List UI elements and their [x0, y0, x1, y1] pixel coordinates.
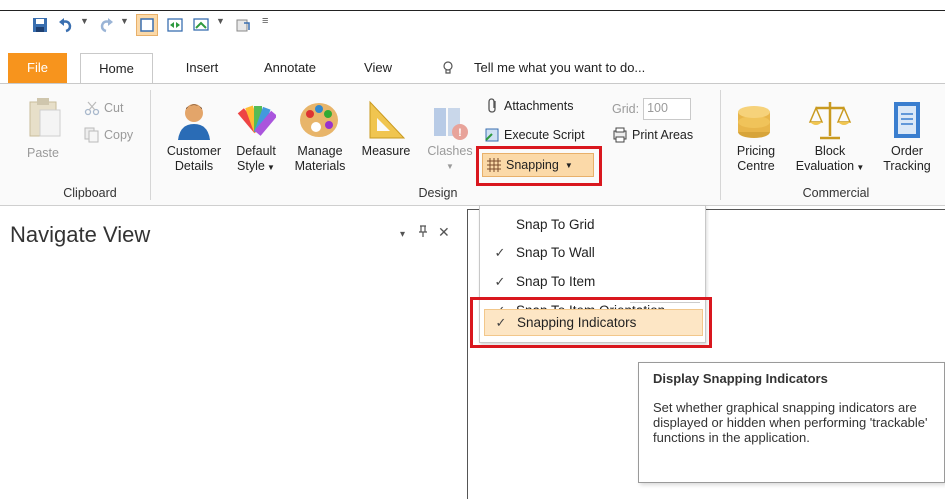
paperclip-icon — [486, 98, 500, 114]
lightbulb-icon — [440, 53, 456, 83]
execute-script-label: Execute Script — [504, 128, 585, 142]
clashes-icon: ! — [430, 104, 470, 144]
customer-details-line1: Customer — [166, 144, 222, 158]
menu-item-snap-to-wall[interactable]: ✓ Snap To Wall — [484, 239, 703, 266]
tab-home[interactable]: Home — [80, 53, 153, 84]
scales-icon — [808, 98, 852, 142]
clashes-button[interactable]: Clashes ▼ — [422, 144, 478, 174]
block-evaluation-label: Evaluation — [795, 159, 855, 173]
menu-item-label: Snap To Item — [516, 274, 596, 289]
panel-title: Navigate View — [10, 222, 151, 247]
manage-materials-button[interactable]: Manage Materials — [288, 144, 352, 174]
redo-dropdown-icon[interactable]: ▼ — [120, 16, 129, 26]
manage-materials-line2: Materials — [294, 159, 346, 173]
highlight-box-snapping-indicators — [470, 297, 712, 348]
order-book-icon — [890, 98, 924, 142]
manage-materials-line1: Manage — [297, 144, 343, 158]
tab-insert[interactable]: Insert — [172, 53, 232, 83]
block-evaluation-line1: Block — [814, 144, 846, 158]
default-style-line1: Default — [236, 144, 276, 158]
highlight-box-snapping — [476, 146, 602, 186]
paste-icon — [24, 96, 64, 140]
set-square-icon — [366, 100, 406, 140]
copy-button[interactable]: Copy — [84, 127, 133, 143]
grid-field: Grid: 100 — [612, 98, 692, 120]
save-icon[interactable] — [30, 14, 50, 36]
block-evaluation-line2: Evaluation ▼ — [790, 159, 870, 175]
measure-button[interactable]: Measure — [354, 144, 418, 159]
svg-text:!: ! — [458, 127, 462, 139]
customize-icon[interactable]: ≡ — [262, 15, 268, 27]
menu-item-label: Snap To Wall — [516, 245, 595, 260]
palette-fan-icon — [236, 100, 278, 140]
cut-button[interactable]: Cut — [84, 100, 123, 116]
view-icon[interactable] — [136, 14, 158, 36]
customer-icon — [174, 100, 214, 140]
customer-details-button[interactable]: Customer Details — [160, 144, 228, 174]
undo-icon[interactable] — [56, 14, 76, 36]
group-label-commercial: Commercial — [802, 186, 870, 200]
tab-annotate[interactable]: Annotate — [250, 53, 330, 83]
screen-dropdown-icon[interactable]: ▼ — [216, 16, 225, 26]
attachments-button[interactable]: Attachments — [486, 98, 573, 114]
panel-menu-icon[interactable]: ▾ — [400, 229, 405, 240]
undo-dropdown-icon[interactable]: ▼ — [80, 16, 89, 26]
check-icon: ✓ — [494, 273, 506, 289]
tooltip-title: Display Snapping Indicators — [653, 371, 828, 386]
print-areas-button[interactable]: Print Areas — [612, 127, 693, 143]
coin-stack-icon — [734, 98, 774, 142]
clashes-label: Clashes — [427, 144, 473, 158]
grid-input[interactable]: 100 — [643, 98, 692, 120]
clashes-dropdown-icon: ▼ — [446, 162, 454, 171]
pricing-centre-button[interactable]: Pricing Centre — [726, 144, 786, 174]
execute-script-button[interactable]: Execute Script — [484, 127, 585, 143]
tab-file[interactable]: File — [8, 53, 67, 83]
pricing-centre-line1: Pricing — [736, 144, 776, 158]
chevron-down-icon: ▼ — [264, 163, 275, 172]
scissors-icon — [84, 100, 100, 116]
order-tracking-line2: Tracking — [883, 159, 931, 173]
tell-me-input[interactable]: Tell me what you want to do... — [474, 53, 694, 83]
copy-label: Copy — [104, 128, 134, 142]
block-evaluation-button[interactable]: Block Evaluation ▼ — [790, 144, 870, 175]
export-icon[interactable] — [232, 14, 254, 36]
default-style-line2: Style ▼ — [230, 159, 282, 175]
paste-button[interactable]: Paste — [18, 146, 68, 161]
default-style-button[interactable]: Default Style ▼ — [230, 144, 282, 175]
copy-icon — [84, 127, 100, 143]
window-top-border — [0, 10, 945, 11]
tooltip-body: Set whether graphical snapping indicator… — [653, 400, 928, 445]
pricing-centre-line2: Centre — [737, 159, 775, 173]
order-tracking-button[interactable]: Order Tracking — [874, 144, 940, 174]
tab-view[interactable]: View — [352, 53, 404, 83]
group-separator — [150, 90, 151, 200]
tooltip: Display Snapping Indicators Set whether … — [638, 362, 945, 483]
group-label-design: Design — [418, 186, 458, 200]
cut-label: Cut — [104, 101, 124, 115]
grid-label: Grid: — [612, 102, 640, 116]
screen-icon[interactable] — [190, 14, 212, 36]
script-icon — [484, 127, 500, 143]
print-areas-label: Print Areas — [632, 128, 694, 142]
default-style-label: Style — [237, 159, 265, 173]
menu-item-snap-to-item[interactable]: ✓ Snap To Item — [484, 268, 703, 295]
menu-item-snap-to-grid[interactable]: Snap To Grid — [484, 211, 703, 238]
group-separator — [720, 90, 721, 200]
group-label-clipboard: Clipboard — [63, 186, 117, 200]
menu-item-label: Snap To Grid — [516, 217, 595, 232]
attachments-label: Attachments — [504, 99, 574, 113]
close-icon[interactable]: ✕ — [438, 224, 450, 241]
materials-palette-icon — [298, 100, 340, 140]
layout-icon[interactable] — [164, 14, 186, 36]
print-areas-icon — [612, 127, 628, 143]
ribbon-tab-bar: File Home Insert Annotate View Tell me w… — [0, 53, 945, 84]
pin-icon[interactable] — [418, 224, 428, 241]
order-tracking-line1: Order — [891, 144, 923, 158]
redo-icon[interactable] — [96, 14, 116, 36]
check-icon: ✓ — [494, 244, 506, 260]
customer-details-line2: Details — [174, 159, 214, 173]
chevron-down-icon: ▼ — [854, 163, 865, 172]
